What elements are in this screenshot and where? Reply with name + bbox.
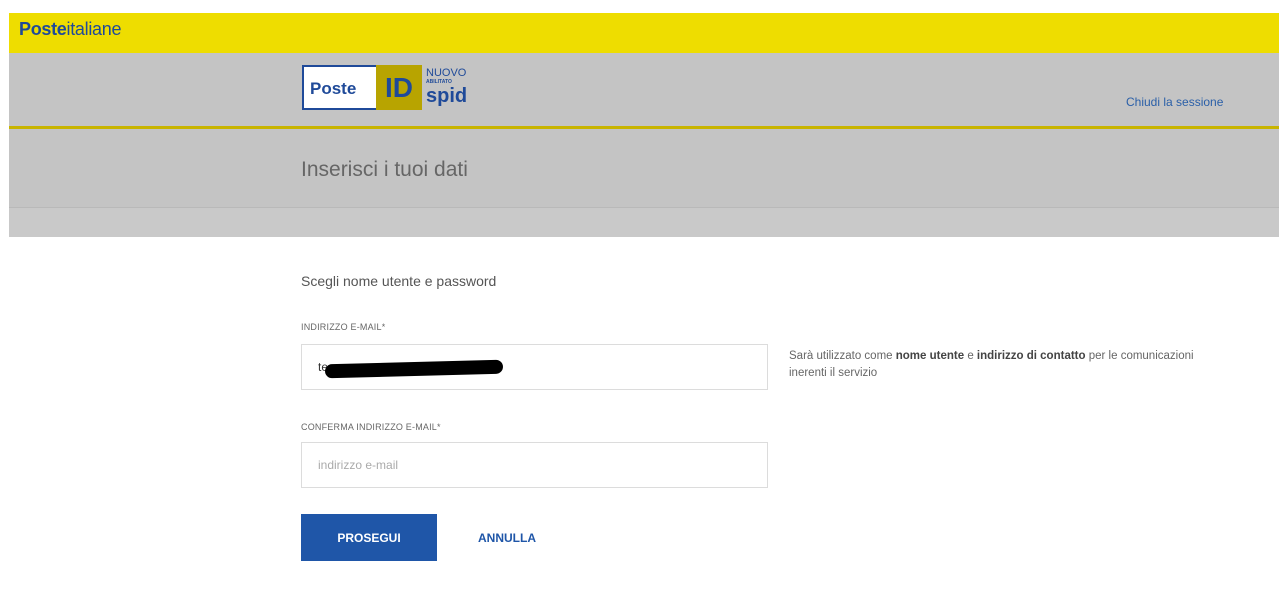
email-confirm-field[interactable]: [301, 442, 768, 488]
helper-text-part: Sarà utilizzato come: [789, 350, 896, 362]
posteid-spid-logo: Poste ID NUOVO ABILITATO spid: [302, 65, 482, 112]
logo-poste-text: Poste: [310, 79, 357, 98]
email-confirm-label: CONFERMA INDIRIZZO E-MAIL*: [301, 422, 441, 432]
logo-poste-box: Poste: [302, 65, 378, 110]
email-field[interactable]: [301, 344, 768, 390]
page-title: Inserisci i tuoi dati: [301, 158, 468, 181]
logout-link[interactable]: Chiudi la sessione: [1126, 95, 1223, 109]
helper-text-bold-username: nome utente: [895, 350, 965, 362]
title-band-footer: [9, 207, 1279, 237]
logo-nuovo-text: NUOVO: [426, 67, 467, 79]
brand-name-light: italiane: [66, 19, 122, 39]
header: Poste ID NUOVO ABILITATO spid Chiudi la …: [9, 53, 1279, 126]
helper-text-part: e: [964, 350, 977, 362]
prosegui-button[interactable]: PROSEGUI: [301, 514, 437, 561]
email-label: INDIRIZZO E-MAIL*: [301, 322, 386, 332]
brand-bar: Posteitaliane: [9, 13, 1279, 53]
logo-spid-text: spid: [426, 85, 468, 107]
section-heading: Scegli nome utente e password: [301, 273, 497, 289]
posteitaliane-logo[interactable]: Posteitaliane: [19, 19, 121, 39]
email-helper-text: Sarà utilizzato come nome utente e indir…: [789, 348, 1229, 382]
brand-name-bold: Poste: [19, 19, 67, 39]
logo-id-text: ID: [376, 65, 422, 110]
annulla-button[interactable]: ANNULLA: [457, 514, 557, 561]
page: Posteitaliane Poste ID NUOVO ABILITATO s…: [0, 0, 1279, 590]
helper-text-bold-contact: indirizzo di contatto: [976, 350, 1086, 362]
title-band: Inserisci i tuoi dati: [9, 129, 1279, 207]
